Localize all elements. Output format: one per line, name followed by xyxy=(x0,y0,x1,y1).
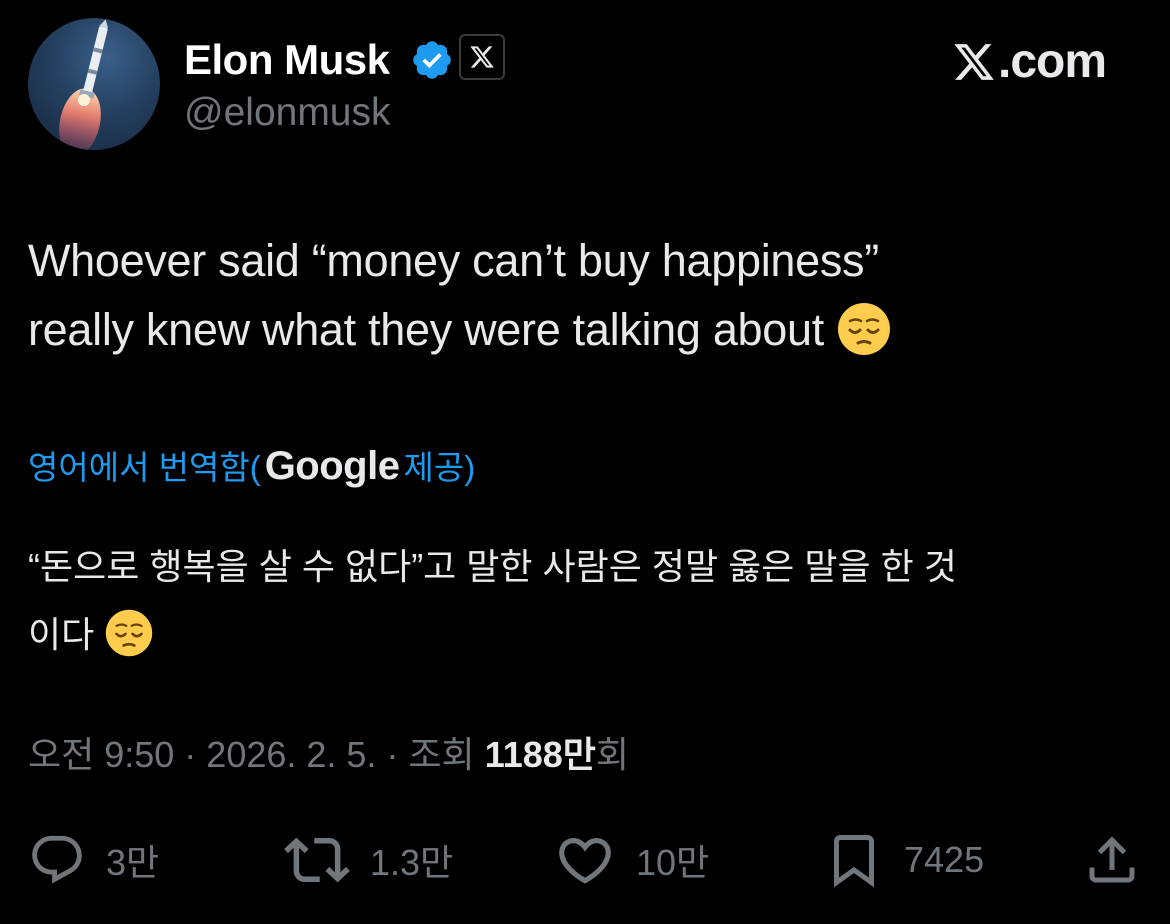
reply-count: 3만 xyxy=(106,842,160,883)
verified-badge-icon[interactable] xyxy=(410,38,454,82)
translated-text-line: 이다 xyxy=(28,601,1138,669)
brand-domain-label: .com xyxy=(998,35,1107,88)
reply-button[interactable]: 3만 xyxy=(28,825,159,895)
like-count: 10만 xyxy=(636,842,710,883)
tweet-text-line: really knew what they were talking about xyxy=(28,295,1138,364)
translated-text: “돈으로 행복을 살 수 없다”고 말한 사람은 정말 옳은 말을 한 것 이다 xyxy=(28,533,1138,669)
translation-prefix: 영어에서 번역함( xyxy=(28,449,261,486)
tweet-text-line: Whoever said “money can’t buy happiness” xyxy=(28,235,879,286)
repost-icon xyxy=(284,837,350,883)
bookmark-button[interactable]: 7425 xyxy=(824,825,984,895)
x-logo-icon xyxy=(470,46,494,68)
translation-attribution[interactable]: 영어에서 번역함(Google 제공) xyxy=(28,441,475,489)
bookmark-count: 7425 xyxy=(904,839,985,880)
translated-text-line-content: 이다 xyxy=(28,614,95,655)
display-name[interactable]: Elon Musk xyxy=(184,36,390,84)
reply-icon xyxy=(32,835,82,884)
rocket-launch-image xyxy=(59,19,109,150)
x-logo-icon xyxy=(954,43,994,80)
bookmark-icon xyxy=(834,835,874,888)
affiliation-badge[interactable] xyxy=(459,34,505,80)
like-button[interactable]: 10만 xyxy=(554,825,709,895)
avatar[interactable] xyxy=(28,18,160,150)
heart-icon xyxy=(559,838,611,884)
views-suffix: 회 xyxy=(595,734,630,775)
repost-count: 1.3만 xyxy=(370,842,454,883)
translated-text-line: “돈으로 행복을 살 수 없다”고 말한 사람은 정말 옳은 말을 한 것 xyxy=(28,546,957,587)
translation-suffix: 제공) xyxy=(403,449,476,486)
tweet-meta: 오전 9:50 · 2026. 2. 5. · 조회 1188만회 xyxy=(28,726,629,778)
views-count: 1188만 xyxy=(484,734,596,775)
brand-watermark: .com xyxy=(952,34,1107,89)
google-wordmark: Google xyxy=(264,444,400,488)
tweet-text-line-content: really knew what they were talking about xyxy=(28,304,824,355)
action-bar: 3만 1.3만 10만 7425 xyxy=(0,825,1170,895)
pensive-face-emoji-icon xyxy=(838,303,891,356)
share-button[interactable] xyxy=(1082,825,1142,895)
username-handle[interactable]: @elonmusk xyxy=(184,91,391,135)
share-icon xyxy=(1089,836,1135,883)
tweet-text: Whoever said “money can’t buy happiness”… xyxy=(28,226,1138,364)
pensive-face-emoji-icon xyxy=(106,610,153,657)
timestamp[interactable]: 오전 9:50 · 2026. 2. 5. · 조회 xyxy=(28,734,485,775)
repost-button[interactable]: 1.3만 xyxy=(284,825,453,895)
